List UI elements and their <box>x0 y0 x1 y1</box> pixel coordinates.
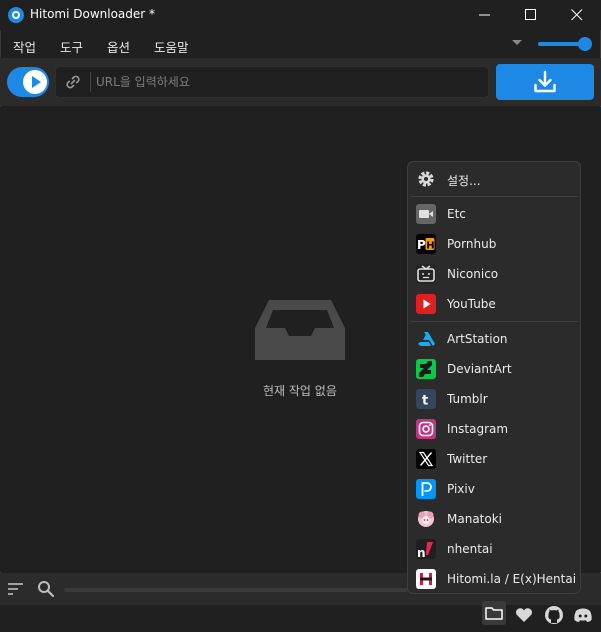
pixiv-icon <box>416 479 436 499</box>
hitomi-icon <box>416 569 436 589</box>
site-item-pixiv[interactable]: Pixiv <box>416 479 576 501</box>
download-button[interactable] <box>496 64 594 100</box>
empty-inbox-icon <box>255 300 345 360</box>
svg-text:t: t <box>422 394 428 409</box>
site-label: DeviantArt <box>447 362 512 376</box>
app-logo-icon <box>8 7 24 23</box>
site-item-instagram[interactable]: Instagram <box>416 419 576 441</box>
site-label: Hitomi.la / E(x)Hentai <box>447 572 577 586</box>
close-icon <box>571 9 583 21</box>
link-icon <box>66 75 80 89</box>
maximize-button[interactable] <box>508 0 554 30</box>
minimize-button[interactable] <box>462 0 508 30</box>
github-icon[interactable] <box>543 604 565 626</box>
menu-separator <box>410 196 578 197</box>
download-icon <box>534 70 556 93</box>
tumblr-icon: t <box>416 389 436 409</box>
site-item-nhentai[interactable]: n nhentai <box>416 539 576 561</box>
deviantart-icon <box>416 359 436 379</box>
maximize-icon <box>525 9 536 20</box>
site-label: Pornhub <box>447 237 497 251</box>
site-label: Tumblr <box>447 392 488 406</box>
site-item-pornhub[interactable]: P H Pornhub <box>416 234 576 256</box>
site-label: ArtStation <box>447 332 508 346</box>
settings-label: 설정... <box>447 174 481 188</box>
manatoki-icon <box>418 511 434 527</box>
close-button[interactable] <box>554 0 600 30</box>
search-field[interactable] <box>64 588 408 592</box>
site-label: Instagram <box>447 422 509 436</box>
site-label: Etc <box>447 207 466 221</box>
twitter-x-icon <box>416 449 436 469</box>
menu-item-options[interactable]: 옵션 <box>107 37 130 56</box>
site-label: Manatoki <box>447 512 502 526</box>
site-label: YouTube <box>447 297 496 311</box>
site-item-artstation[interactable]: ArtStation <box>416 329 576 351</box>
site-item-tumblr[interactable]: t Tumblr <box>416 389 576 411</box>
folder-button[interactable] <box>482 601 506 625</box>
sort-icon[interactable] <box>8 583 24 595</box>
artstation-icon <box>418 332 435 346</box>
url-input[interactable] <box>96 71 481 93</box>
video-camera-icon <box>416 204 436 224</box>
discord-icon[interactable] <box>572 604 594 626</box>
svg-text:n: n <box>417 546 426 559</box>
site-item-hitomi[interactable]: Hitomi.la / E(x)Hentai <box>416 569 576 591</box>
menu-separator <box>410 321 578 322</box>
svg-text:P: P <box>417 238 426 252</box>
gear-icon <box>418 171 434 187</box>
status-bar <box>0 605 601 632</box>
folder-icon <box>485 607 503 620</box>
site-item-manatoki[interactable]: Manatoki <box>416 509 576 531</box>
play-icon[interactable] <box>23 70 47 94</box>
heart-icon[interactable] <box>513 604 535 626</box>
nhentai-icon: n <box>416 539 436 559</box>
site-item-youtube[interactable]: YouTube <box>416 294 576 316</box>
chevron-down-icon[interactable] <box>512 40 522 45</box>
menu-item-tools[interactable]: 도구 <box>60 37 83 56</box>
site-label: Twitter <box>447 452 488 466</box>
title-bar[interactable]: Hitomi Downloader * <box>0 0 601 30</box>
svg-text:H: H <box>426 241 434 252</box>
settings-menu-item[interactable]: 설정... <box>416 169 576 191</box>
youtube-icon <box>416 294 436 314</box>
url-separator <box>90 72 91 92</box>
menu-bar: 작업 도구 옵션 도움말 <box>0 31 601 57</box>
site-item-niconico[interactable]: Niconico <box>416 264 576 286</box>
site-item-etc[interactable]: Etc <box>416 204 576 226</box>
search-icon[interactable] <box>37 580 55 598</box>
niconico-icon <box>416 264 436 284</box>
instagram-icon <box>416 419 436 439</box>
site-item-twitter[interactable]: Twitter <box>416 449 576 471</box>
pornhub-icon: P H <box>416 234 436 254</box>
site-label: nhentai <box>447 542 493 556</box>
slider-handle[interactable] <box>578 37 592 51</box>
menu-item-help[interactable]: 도움말 <box>154 37 189 56</box>
minimize-icon <box>479 14 490 16</box>
site-label: Niconico <box>447 267 499 281</box>
site-label: Pixiv <box>447 482 475 496</box>
menu-item-task[interactable]: 작업 <box>13 37 36 56</box>
window-title: Hitomi Downloader * <box>30 7 156 21</box>
site-item-deviantart[interactable]: DeviantArt <box>416 359 576 381</box>
